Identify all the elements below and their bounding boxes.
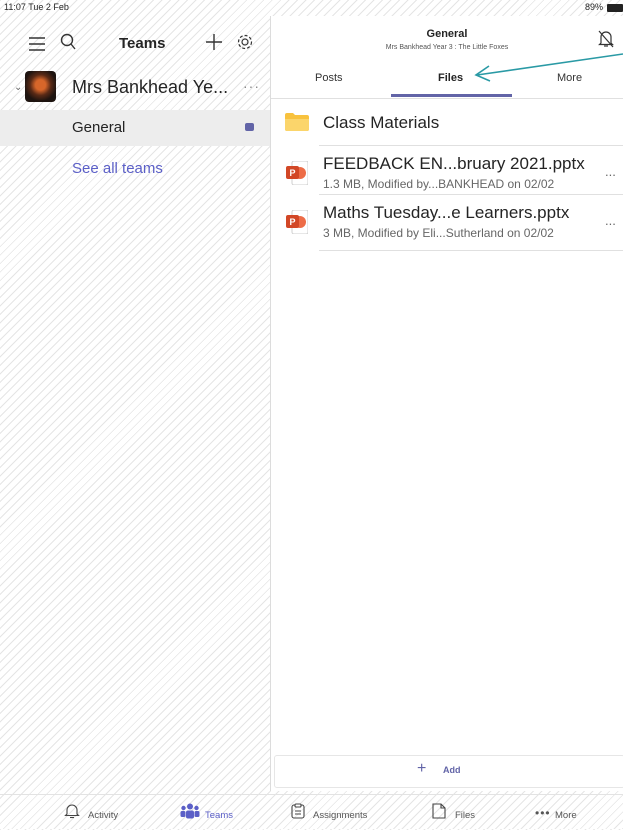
status-bar: 11:07 Tue 2 Feb 89% [0,0,623,16]
bottom-navigation: Activity Teams Assignments Files ••• Mor… [0,794,623,830]
add-team-icon[interactable] [205,31,223,57]
file-icon [432,803,446,819]
teams-icon [180,803,200,819]
add-button[interactable]: + Add [274,755,623,788]
nav-label: Teams [205,810,233,821]
teams-sidebar: Teams ⌄ Mrs Bankhead Ye... ··· General S… [0,16,270,791]
nav-teams[interactable]: Teams [180,803,233,822]
file-name: Maths Tuesday...e Learners.pptx [323,203,570,222]
add-label: Add [443,765,461,775]
search-icon[interactable] [60,33,76,56]
annotation-arrow-icon [474,53,623,82]
nav-label: Assignments [313,810,368,821]
nav-label: Activity [88,810,119,821]
svg-text:P: P [289,168,295,178]
nav-assignments[interactable]: Assignments [291,803,367,822]
file-details: 1.3 MB, Modified by...BANKHEAD on 02/02 [323,177,555,191]
nav-label: Files [455,810,476,821]
nav-files[interactable]: Files [432,803,475,822]
file-name: FEEDBACK EN...bruary 2021.pptx [323,154,585,173]
assignments-icon [291,803,305,819]
list-item[interactable]: P Maths Tuesday...e Learners.pptx 3 MB, … [271,195,623,251]
status-time: 11:07 Tue 2 Feb [4,2,69,12]
hamburger-menu-icon[interactable] [28,37,46,56]
team-name[interactable]: Mrs Bankhead Ye... [72,77,228,98]
folder-name: Class Materials [323,113,440,132]
bell-icon [64,804,80,819]
svg-text:P: P [289,217,295,227]
powerpoint-file-icon: P [286,209,309,239]
sidebar-item-general[interactable]: General [0,110,270,146]
gear-icon[interactable] [236,33,254,56]
file-more-icon[interactable]: ... [605,164,616,179]
chevron-down-icon[interactable]: ⌄ [14,82,22,93]
list-item[interactable]: P FEEDBACK EN...bruary 2021.pptx 1.3 MB,… [271,146,623,195]
sidebar-title: Teams [119,35,166,52]
channel-pane: General Mrs Bankhead Year 3 : The Little… [271,16,623,791]
channel-label: General [72,119,126,136]
more-icon: ••• [535,806,551,820]
file-more-icon[interactable]: ... [605,213,616,228]
team-more-icon[interactable]: ··· [243,78,260,94]
folder-icon [284,112,310,137]
plus-icon: + [417,760,427,777]
team-avatar [25,71,56,102]
battery-icon [607,4,623,12]
file-details: 3 MB, Modified by Eli...Sutherland on 02… [323,226,554,240]
meeting-icon [245,123,254,131]
sidebar-toolbar: Teams [0,16,270,66]
nav-activity[interactable]: Activity [64,803,118,822]
nav-label: More [555,810,577,821]
row-divider [319,250,623,251]
list-item[interactable]: Class Materials [271,99,623,146]
see-all-teams-link[interactable]: See all teams [72,160,163,177]
powerpoint-file-icon: P [286,160,309,190]
battery-percentage: 89% [584,2,603,12]
